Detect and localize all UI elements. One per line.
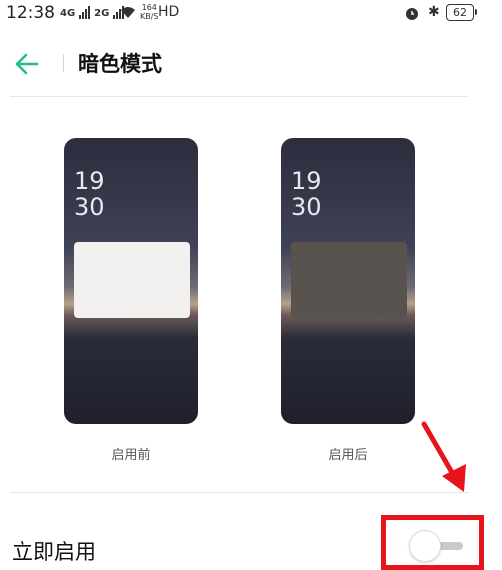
header-divider-line — [10, 96, 468, 97]
preview-before-caption: 启用前 — [111, 448, 151, 463]
battery-indicator: 62 — [446, 4, 477, 21]
wifi-icon — [121, 7, 135, 18]
page-title: 暗色模式 — [78, 52, 162, 76]
preview-clock: 19 30 — [74, 167, 105, 221]
network-type-2: 2G — [94, 8, 110, 19]
enable-now-label: 立即启用 — [12, 540, 96, 564]
preview-after-image: 19 30 — [281, 138, 415, 424]
network-type-1: 4G — [60, 8, 76, 19]
hd-indicator: HD — [158, 4, 180, 20]
section-divider — [10, 492, 468, 493]
cellular-signal: 4G 2G — [60, 6, 125, 19]
preview-before-image: 19 30 — [64, 138, 198, 424]
status-time: 12:38 — [6, 3, 55, 23]
preview-clock: 19 30 — [291, 167, 322, 221]
bluetooth-icon: ✱ — [428, 4, 440, 20]
annotation-highlight-box — [381, 515, 484, 570]
network-speed: 164 KB/S — [140, 3, 159, 21]
header-divider — [63, 54, 64, 72]
preview-light-card — [74, 242, 190, 318]
status-bar: 12:38 4G 2G 164 KB/S HD ✱ 62 — [0, 0, 502, 26]
annotation-arrow-icon — [421, 421, 466, 492]
alarm-icon — [406, 8, 418, 20]
preview-after-caption: 启用后 — [328, 448, 368, 463]
preview-dark-card — [291, 242, 407, 318]
back-arrow-icon[interactable] — [14, 52, 40, 76]
signal-bars-icon — [79, 6, 91, 19]
